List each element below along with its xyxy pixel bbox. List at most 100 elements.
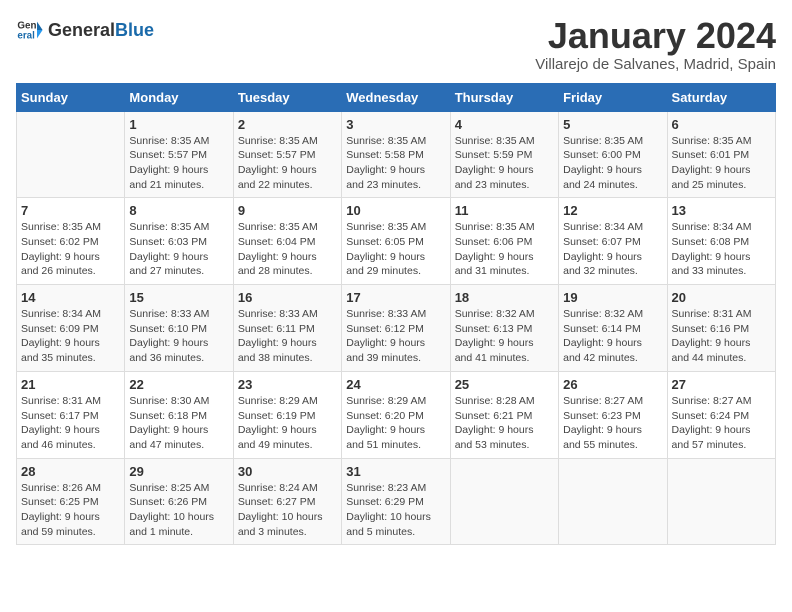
date-number: 21 bbox=[21, 377, 120, 392]
cell-info: Sunrise: 8:33 AMSunset: 6:11 PMDaylight:… bbox=[238, 307, 337, 366]
day-header-sunday: Sunday bbox=[17, 83, 125, 111]
calendar-cell: 17Sunrise: 8:33 AMSunset: 6:12 PMDayligh… bbox=[342, 285, 450, 372]
cell-info: Sunrise: 8:35 AMSunset: 6:05 PMDaylight:… bbox=[346, 220, 445, 279]
day-header-wednesday: Wednesday bbox=[342, 83, 450, 111]
subtitle: Villarejo de Salvanes, Madrid, Spain bbox=[535, 56, 776, 73]
calendar-cell: 2 Sunrise: 8:35 AMSunset: 5:57 PMDaylight… bbox=[233, 111, 341, 198]
cell-info: Sunrise: 8:35 AMSunset: 6:00 PMDaylight:… bbox=[563, 134, 662, 193]
calendar-cell: 21 Sunrise: 8:31 AMSunset: 6:17 PMDayligh… bbox=[17, 371, 125, 458]
date-number: 1 bbox=[129, 117, 228, 132]
cell-info: Sunrise: 8:32 AMSunset: 6:14 PMDaylight:… bbox=[563, 307, 662, 366]
title-block: January 2024 Villarejo de Salvanes, Madr… bbox=[535, 16, 776, 73]
cell-info: Sunrise: 8:25 AMSunset: 6:26 PMDaylight:… bbox=[129, 481, 228, 540]
date-number: 2 bbox=[238, 117, 337, 132]
calendar-cell: 15 Sunrise: 8:33 AMSunset: 6:10 PMDayligh… bbox=[125, 285, 233, 372]
calendar-cell bbox=[450, 458, 558, 545]
calendar-cell: 4 Sunrise: 8:35 AMSunset: 5:59 PMDaylight… bbox=[450, 111, 558, 198]
date-number: 18 bbox=[455, 290, 554, 305]
cell-info: Sunrise: 8:33 AMSunset: 6:12 PMDaylight:… bbox=[346, 307, 445, 366]
day-header-monday: Monday bbox=[125, 83, 233, 111]
cell-info: Sunrise: 8:23 AMSunset: 6:29 PMDaylight:… bbox=[346, 481, 445, 540]
week-row-5: 28 Sunrise: 8:26 AMSunset: 6:25 PMDayligh… bbox=[17, 458, 776, 545]
calendar-cell: 12 Sunrise: 8:34 AMSunset: 6:07 PMDayligh… bbox=[559, 198, 667, 285]
date-number: 28 bbox=[21, 464, 120, 479]
calendar-cell: 22 Sunrise: 8:30 AMSunset: 6:18 PMDayligh… bbox=[125, 371, 233, 458]
date-number: 4 bbox=[455, 117, 554, 132]
date-number: 6 bbox=[672, 117, 771, 132]
cell-info: Sunrise: 8:35 AMSunset: 5:58 PMDaylight:… bbox=[346, 134, 445, 193]
date-number: 22 bbox=[129, 377, 228, 392]
date-number: 31 bbox=[346, 464, 445, 479]
cell-info: Sunrise: 8:26 AMSunset: 6:25 PMDaylight:… bbox=[21, 481, 120, 540]
cell-info: Sunrise: 8:35 AMSunset: 6:04 PMDaylight:… bbox=[238, 220, 337, 279]
calendar-cell: 29 Sunrise: 8:25 AMSunset: 6:26 PMDayligh… bbox=[125, 458, 233, 545]
cell-info: Sunrise: 8:33 AMSunset: 6:10 PMDaylight:… bbox=[129, 307, 228, 366]
logo-general-text: General bbox=[48, 21, 115, 39]
date-number: 20 bbox=[672, 290, 771, 305]
date-number: 10 bbox=[346, 203, 445, 218]
cell-info: Sunrise: 8:35 AMSunset: 5:57 PMDaylight:… bbox=[238, 134, 337, 193]
week-row-3: 14 Sunrise: 8:34 AMSunset: 6:09 PMDayligh… bbox=[17, 285, 776, 372]
calendar-cell: 5 Sunrise: 8:35 AMSunset: 6:00 PMDaylight… bbox=[559, 111, 667, 198]
cell-info: Sunrise: 8:30 AMSunset: 6:18 PMDaylight:… bbox=[129, 394, 228, 453]
date-number: 14 bbox=[21, 290, 120, 305]
calendar-cell: 7Sunrise: 8:35 AMSunset: 6:02 PMDaylight… bbox=[17, 198, 125, 285]
calendar-cell bbox=[559, 458, 667, 545]
day-header-saturday: Saturday bbox=[667, 83, 775, 111]
calendar-cell: 24Sunrise: 8:29 AMSunset: 6:20 PMDayligh… bbox=[342, 371, 450, 458]
date-number: 13 bbox=[672, 203, 771, 218]
date-number: 3 bbox=[346, 117, 445, 132]
date-number: 12 bbox=[563, 203, 662, 218]
main-title: January 2024 bbox=[535, 16, 776, 56]
cell-info: Sunrise: 8:35 AMSunset: 5:57 PMDaylight:… bbox=[129, 134, 228, 193]
calendar-cell bbox=[17, 111, 125, 198]
date-number: 26 bbox=[563, 377, 662, 392]
date-number: 15 bbox=[129, 290, 228, 305]
cell-info: Sunrise: 8:34 AMSunset: 6:09 PMDaylight:… bbox=[21, 307, 120, 366]
calendar-cell: 9 Sunrise: 8:35 AMSunset: 6:04 PMDaylight… bbox=[233, 198, 341, 285]
page-header: Gen eral GeneralBlue January 2024 Villar… bbox=[16, 16, 776, 73]
calendar-cell: 18 Sunrise: 8:32 AMSunset: 6:13 PMDayligh… bbox=[450, 285, 558, 372]
calendar-cell: 16 Sunrise: 8:33 AMSunset: 6:11 PMDayligh… bbox=[233, 285, 341, 372]
calendar-cell: 31 Sunrise: 8:23 AMSunset: 6:29 PMDayligh… bbox=[342, 458, 450, 545]
calendar-cell: 13Sunrise: 8:34 AMSunset: 6:08 PMDayligh… bbox=[667, 198, 775, 285]
header-row: SundayMondayTuesdayWednesdayThursdayFrid… bbox=[17, 83, 776, 111]
date-number: 19 bbox=[563, 290, 662, 305]
cell-info: Sunrise: 8:29 AMSunset: 6:19 PMDaylight:… bbox=[238, 394, 337, 453]
date-number: 27 bbox=[672, 377, 771, 392]
calendar-cell: 23Sunrise: 8:29 AMSunset: 6:19 PMDayligh… bbox=[233, 371, 341, 458]
calendar-cell: 25Sunrise: 8:28 AMSunset: 6:21 PMDayligh… bbox=[450, 371, 558, 458]
svg-text:eral: eral bbox=[17, 30, 35, 41]
calendar-cell: 26 Sunrise: 8:27 AMSunset: 6:23 PMDayligh… bbox=[559, 371, 667, 458]
calendar-cell: 6Sunrise: 8:35 AMSunset: 6:01 PMDaylight… bbox=[667, 111, 775, 198]
cell-info: Sunrise: 8:35 AMSunset: 5:59 PMDaylight:… bbox=[455, 134, 554, 193]
date-number: 8 bbox=[129, 203, 228, 218]
date-number: 9 bbox=[238, 203, 337, 218]
cell-info: Sunrise: 8:27 AMSunset: 6:23 PMDaylight:… bbox=[563, 394, 662, 453]
date-number: 5 bbox=[563, 117, 662, 132]
cell-info: Sunrise: 8:34 AMSunset: 6:07 PMDaylight:… bbox=[563, 220, 662, 279]
cell-info: Sunrise: 8:35 AMSunset: 6:06 PMDaylight:… bbox=[455, 220, 554, 279]
date-number: 24 bbox=[346, 377, 445, 392]
logo-icon: Gen eral bbox=[16, 16, 44, 44]
logo: Gen eral GeneralBlue bbox=[16, 16, 154, 44]
cell-info: Sunrise: 8:24 AMSunset: 6:27 PMDaylight:… bbox=[238, 481, 337, 540]
week-row-1: 1 Sunrise: 8:35 AMSunset: 5:57 PMDaylight… bbox=[17, 111, 776, 198]
day-header-friday: Friday bbox=[559, 83, 667, 111]
date-number: 16 bbox=[238, 290, 337, 305]
date-number: 29 bbox=[129, 464, 228, 479]
cell-info: Sunrise: 8:31 AMSunset: 6:16 PMDaylight:… bbox=[672, 307, 771, 366]
cell-info: Sunrise: 8:32 AMSunset: 6:13 PMDaylight:… bbox=[455, 307, 554, 366]
calendar-cell: 30 Sunrise: 8:24 AMSunset: 6:27 PMDayligh… bbox=[233, 458, 341, 545]
calendar-cell: 3 Sunrise: 8:35 AMSunset: 5:58 PMDaylight… bbox=[342, 111, 450, 198]
calendar-cell: 8 Sunrise: 8:35 AMSunset: 6:03 PMDaylight… bbox=[125, 198, 233, 285]
date-number: 11 bbox=[455, 203, 554, 218]
cell-info: Sunrise: 8:35 AMSunset: 6:02 PMDaylight:… bbox=[21, 220, 120, 279]
cell-info: Sunrise: 8:31 AMSunset: 6:17 PMDaylight:… bbox=[21, 394, 120, 453]
cell-info: Sunrise: 8:35 AMSunset: 6:03 PMDaylight:… bbox=[129, 220, 228, 279]
day-header-tuesday: Tuesday bbox=[233, 83, 341, 111]
cell-info: Sunrise: 8:27 AMSunset: 6:24 PMDaylight:… bbox=[672, 394, 771, 453]
date-number: 30 bbox=[238, 464, 337, 479]
calendar-cell: 10 Sunrise: 8:35 AMSunset: 6:05 PMDayligh… bbox=[342, 198, 450, 285]
week-row-2: 7Sunrise: 8:35 AMSunset: 6:02 PMDaylight… bbox=[17, 198, 776, 285]
